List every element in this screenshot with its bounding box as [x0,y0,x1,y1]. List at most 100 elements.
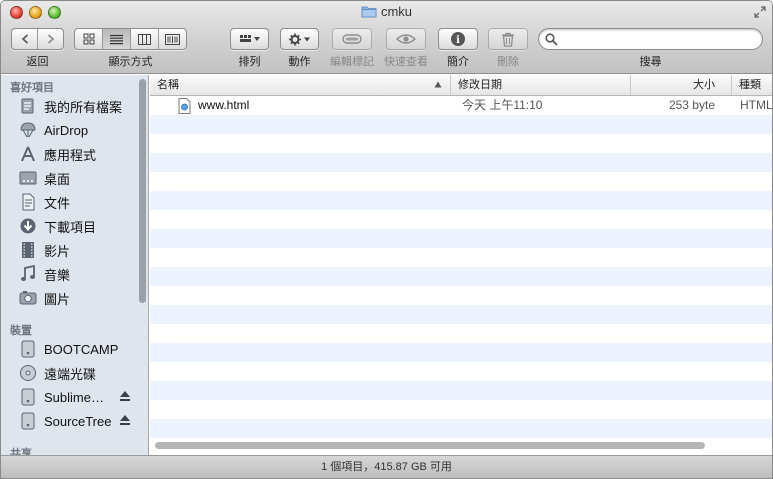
trash-icon [502,32,514,47]
sidebar-item-movies[interactable]: 影片 [1,238,137,262]
desktop-icon [19,169,37,187]
horizontal-scrollbar[interactable] [155,442,705,449]
chevron-left-icon [21,34,28,44]
empty-row [150,172,772,191]
sidebar-item-label: BOOTCAMP [44,341,119,357]
sidebar-scrollbar[interactable] [139,79,146,303]
search-icon [545,33,558,46]
sidebar-item-desktop[interactable]: 桌面 [1,166,137,190]
sidebar-item-label: 下載項目 [44,219,97,235]
documents-icon [19,193,37,211]
arrange-icon [239,35,260,42]
eject-icon[interactable] [119,390,131,402]
sidebar-item-sourcetree[interactable]: SourceTree [1,409,137,433]
chevron-right-icon [47,34,54,44]
sidebar-item-downloads[interactable]: 下載項目 [1,214,137,238]
sort-ascending-icon [434,81,442,88]
back-label: 返回 [26,56,49,68]
empty-row [150,343,772,362]
table-row[interactable]: www.html 今天 上午11:10 253 byte HTML [150,96,772,115]
column-header-row: 名稱 修改日期 大小 種類 [150,75,772,96]
gear-icon [288,33,310,45]
delete-button[interactable] [488,28,528,50]
sidebar-item-all-my-files[interactable]: 我的所有檔案 [1,94,137,118]
back-button[interactable] [12,29,38,49]
column-header-modified[interactable]: 修改日期 [451,75,631,95]
sidebar-item-label: SourceTree [44,413,112,429]
search-input[interactable] [561,31,756,47]
column-view-icon [138,33,151,45]
disk-icon [19,340,37,358]
empty-row [150,191,772,210]
sidebar-item-sublime[interactable]: Sublime… [1,385,137,409]
music-icon [19,265,37,283]
info-label: 簡介 [447,56,469,68]
sidebar-item-label: 桌面 [44,171,71,187]
view-mode-control [74,28,187,50]
quicklook-button[interactable] [386,28,426,50]
arrange-button[interactable] [230,28,269,50]
downloads-icon [19,217,37,235]
empty-row [150,134,772,153]
eject-icon[interactable] [119,414,131,426]
sidebar-header-favorites: 喜好項目 [10,82,54,94]
empty-row [150,210,772,229]
sidebar-header-shared: 共享 [10,448,32,455]
window-title: cmku [1,4,772,19]
edit-tags-button[interactable] [332,28,372,50]
sidebar-item-music[interactable]: 音樂 [1,262,137,286]
column-header-size[interactable]: 大小 [631,75,732,95]
fullscreen-icon[interactable] [754,6,766,18]
column-header-name-label: 名稱 [157,79,179,91]
coverflow-view-icon [165,33,180,45]
remote-disc-icon [19,364,37,382]
column-header-kind[interactable]: 種類 [732,75,772,95]
column-header-name[interactable]: 名稱 [150,75,451,95]
sidebar-item-airdrop[interactable]: AirDrop [1,118,137,142]
forward-button[interactable] [38,29,63,49]
column-header-kind-label: 種類 [739,79,761,91]
list-view-button[interactable] [103,29,131,49]
empty-row [150,381,772,400]
eye-icon [396,34,416,44]
info-icon: i [451,32,465,46]
search-label: 搜尋 [639,56,662,68]
empty-row [150,419,772,438]
html-file-icon [178,98,191,114]
sidebar-item-bootcamp[interactable]: BOOTCAMP [1,337,137,361]
empty-row [150,305,772,324]
folder-icon [361,6,377,18]
sidebar-item-remote-disc[interactable]: 遠端光碟 [1,361,137,385]
coverflow-view-button[interactable] [159,29,186,49]
empty-row [150,248,772,267]
sidebar-item-label: AirDrop [44,122,89,138]
column-view-button[interactable] [131,29,159,49]
sidebar-item-applications[interactable]: 應用程式 [1,142,137,166]
disk-icon [19,412,37,430]
icon-view-button[interactable] [75,29,103,49]
action-button[interactable] [280,28,319,50]
delete-button-inner [489,29,527,49]
finder-window: cmku 返回 顯示方式 排列 動作 編輯標記 快速查看 i 簡介 刪除 搜尋 … [0,0,773,479]
sidebar-item-documents[interactable]: 文件 [1,190,137,214]
movies-icon [19,241,37,259]
info-button-inner: i [439,29,477,49]
arrange-label: 排列 [238,56,261,68]
empty-row [150,324,772,343]
action-button-inner [281,29,318,49]
empty-row [150,362,772,381]
empty-row [150,153,772,172]
quicklook-label: 快速查看 [384,56,428,68]
airdrop-icon [19,121,37,139]
sidebar-item-pictures[interactable]: 圖片 [1,286,137,310]
quicklook-button-inner [387,29,425,49]
empty-row [150,400,772,419]
column-header-modified-label: 修改日期 [458,79,502,91]
search-field[interactable] [538,28,763,50]
disk-icon [19,388,37,406]
file-list: 名稱 修改日期 大小 種類 www.html 今天 上午11:10 253 by… [150,75,772,455]
info-button[interactable]: i [438,28,478,50]
file-name: www.html [198,98,250,112]
file-kind: HTML [740,98,772,112]
file-modified: 今天 上午11:10 [462,98,543,112]
